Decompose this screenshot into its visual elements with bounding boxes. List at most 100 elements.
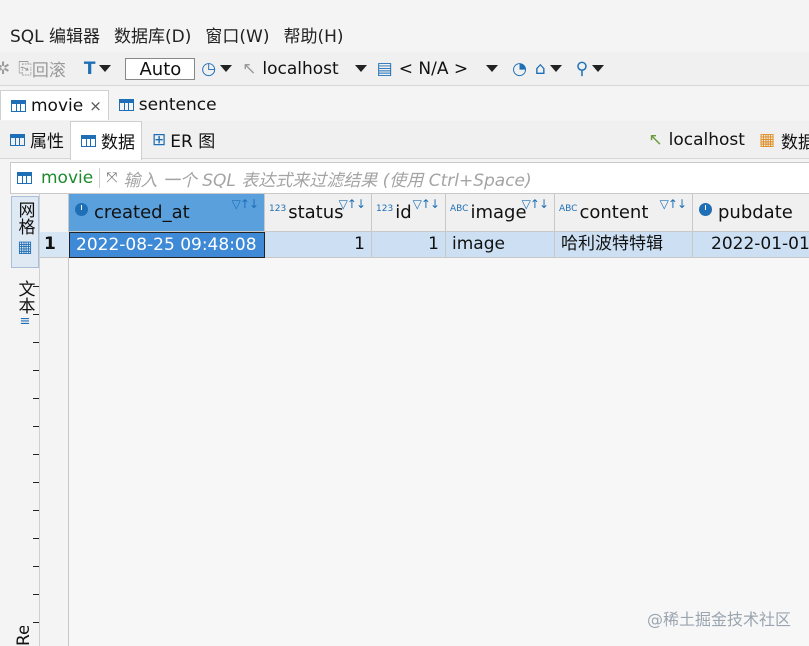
tab-er-diagram[interactable]: ⊞ ER 图 <box>142 121 221 159</box>
editor-tabs: movie × sentence <box>0 90 223 120</box>
row-number[interactable]: 1 <box>40 232 69 258</box>
number-type-icon: 123 <box>269 203 287 214</box>
datetime-type-icon <box>75 203 88 216</box>
schema-icon: ▤ <box>376 58 393 79</box>
text-type-icon: ABC <box>450 203 469 214</box>
database-label[interactable]: 数据 <box>781 128 809 153</box>
tab-label: 属性 <box>30 132 64 152</box>
results-grid: created_at ▽↑↓ 123 status ▽↑↓ 123 id ▽↑↓… <box>40 194 809 646</box>
filter-table-name: movie <box>41 168 101 188</box>
grid-icon: ▦ <box>17 237 33 256</box>
gutter-tick <box>33 370 39 371</box>
close-icon[interactable]: × <box>89 97 102 115</box>
chevron-down-icon[interactable] <box>354 65 367 72</box>
gutter-tick <box>33 314 39 315</box>
cell-pubdate[interactable]: 2022-01-01 <box>693 232 809 258</box>
column-name: created_at <box>94 202 190 223</box>
row-number-column <box>40 194 69 646</box>
column-header-pubdate[interactable]: pubdate <box>693 194 809 232</box>
sort-filter-icon[interactable]: ▽↑↓ <box>660 197 687 211</box>
table-icon <box>17 172 32 184</box>
tab-movie[interactable]: movie × <box>0 90 109 120</box>
filter-input[interactable]: 输入 一个 SQL 表达式来过滤结果 (使用 Ctrl+Space) <box>123 166 531 191</box>
gutter-tick <box>33 510 39 511</box>
transaction-mode-icon[interactable]: T <box>84 59 96 79</box>
menu-help[interactable]: 帮助(H) <box>283 22 343 47</box>
gutter-tick <box>33 426 39 427</box>
table-icon <box>118 99 134 111</box>
properties-icon <box>10 133 25 146</box>
expand-icon[interactable]: ⤧ <box>106 170 117 186</box>
sort-filter-icon[interactable]: ▽↑↓ <box>413 197 440 211</box>
app-window: SQL 编辑器 数据库(D) 窗口(W) 帮助(H) ✲ ⎘ 回滚 T Auto… <box>0 0 809 646</box>
network-icon[interactable]: ⌂ <box>535 59 546 79</box>
cell-id[interactable]: 1 <box>372 232 446 258</box>
tab-record-view[interactable]: Record <box>14 626 34 646</box>
watermark: @稀土掘金技术社区 <box>646 610 791 629</box>
grid-view-label: 网格 <box>14 201 35 235</box>
sort-filter-icon[interactable]: ▽↑↓ <box>232 197 259 211</box>
revert-icon[interactable]: ⎘ <box>18 59 32 79</box>
sort-filter-icon[interactable]: ▽↑↓ <box>339 197 366 211</box>
view-mode-strip: 网格 ▦ 文本 ≡ Record <box>0 194 40 646</box>
menu-database[interactable]: 数据库(D) <box>114 22 191 47</box>
chevron-down-icon[interactable] <box>486 65 499 72</box>
column-name: image <box>470 202 527 223</box>
text-type-icon: ABC <box>559 203 578 214</box>
server-icon: ↖ <box>648 130 663 150</box>
editor-subtabs: 属性 数据 ⊞ ER 图 ↖ localhost ▦ 数据 <box>0 120 809 160</box>
database-icon: ▦ <box>758 130 775 150</box>
sort-filter-icon[interactable]: ▽↑↓ <box>522 197 549 211</box>
chevron-down-icon[interactable] <box>592 65 605 72</box>
gutter-tick <box>33 622 39 623</box>
date-type-icon <box>699 203 712 216</box>
column-name: status <box>288 202 344 223</box>
er-diagram-icon: ⊞ <box>152 129 167 150</box>
gutter-tick <box>33 342 39 343</box>
result-limit-field[interactable]: Auto <box>125 57 196 80</box>
connection-name[interactable]: localhost <box>669 130 745 150</box>
menu-window[interactable]: 窗口(W) <box>205 22 269 47</box>
column-header-created-at[interactable]: created_at ▽↑↓ <box>69 194 265 232</box>
column-name: id <box>395 202 412 223</box>
column-header-id[interactable]: 123 id ▽↑↓ <box>372 194 446 232</box>
revert-button[interactable]: 回滚 <box>32 56 66 81</box>
column-name: content <box>579 202 649 223</box>
main-toolbar: ✲ ⎘ 回滚 T Auto ◷ ↖ localhost ▤ < N/A > ◔ … <box>0 52 809 86</box>
connection-icon: ↖ <box>242 58 257 79</box>
tab-data[interactable]: 数据 <box>70 120 142 160</box>
table-icon <box>11 99 26 112</box>
gutter-tick <box>33 566 39 567</box>
active-connection[interactable]: localhost <box>262 59 338 79</box>
tab-grid-view[interactable]: 网格 ▦ <box>11 196 39 268</box>
gutter-tick <box>33 398 39 399</box>
column-header-content[interactable]: ABC content ▽↑↓ <box>555 194 693 232</box>
cell-content[interactable]: 哈利波特特辑 <box>555 232 693 258</box>
tab-sentence[interactable]: sentence <box>109 90 223 120</box>
connection-info: ↖ localhost ▦ 数据 <box>642 121 809 159</box>
gutter-tick <box>33 454 39 455</box>
chevron-down-icon[interactable] <box>549 65 562 72</box>
cell-created-at[interactable]: 2022-08-25 09:48:08 <box>69 232 265 258</box>
cell-status[interactable]: 1 <box>265 232 372 258</box>
tab-label: 数据 <box>101 133 135 153</box>
search-icon[interactable]: ⚲ <box>576 59 588 79</box>
commit-icon[interactable]: ✲ <box>0 59 10 79</box>
chevron-down-icon[interactable] <box>220 65 233 72</box>
column-name: pubdate <box>718 202 793 223</box>
tab-properties[interactable]: 属性 <box>0 121 70 159</box>
tab-label: sentence <box>138 95 217 115</box>
column-header-status[interactable]: 123 status ▽↑↓ <box>265 194 372 232</box>
number-type-icon: 123 <box>376 203 394 214</box>
tab-label: movie <box>31 95 84 116</box>
menu-sql-editor[interactable]: SQL 编辑器 <box>10 22 100 47</box>
text-icon: ≡ <box>19 314 31 329</box>
gutter-tick <box>33 482 39 483</box>
cell-image[interactable]: image <box>446 232 555 258</box>
chevron-down-icon[interactable] <box>99 65 112 72</box>
active-schema[interactable]: < N/A > <box>399 59 468 79</box>
dashboard-icon[interactable]: ◔ <box>512 59 527 79</box>
column-header-image[interactable]: ABC image ▽↑↓ <box>446 194 555 232</box>
menu-bar: SQL 编辑器 数据库(D) 窗口(W) 帮助(H) <box>0 18 809 50</box>
history-icon[interactable]: ◷ <box>201 59 216 79</box>
